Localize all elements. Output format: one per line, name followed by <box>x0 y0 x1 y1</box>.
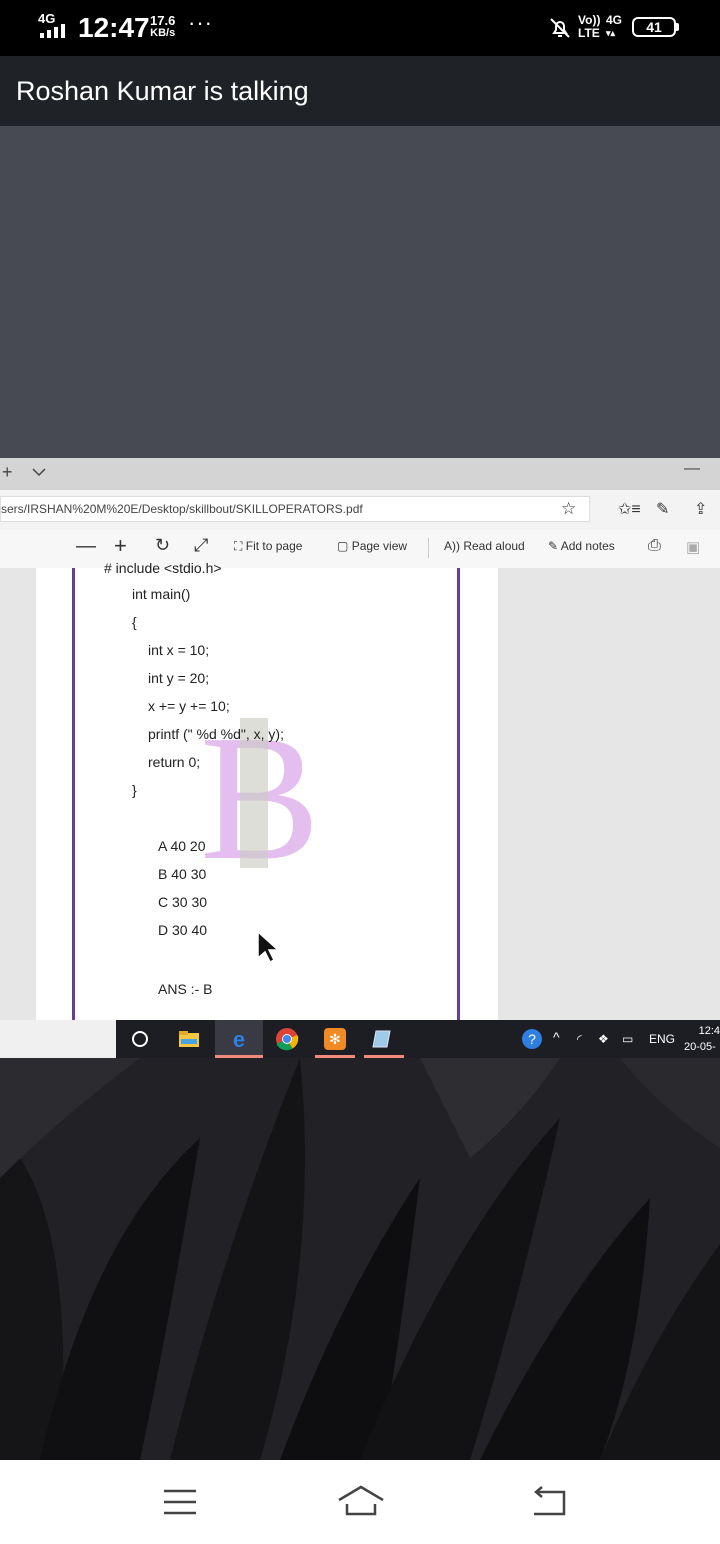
pen-icon[interactable]: ✎ <box>656 499 669 519</box>
pdf-viewer[interactable]: # include <stdio.h> B ANS :- B int main(… <box>0 560 720 1020</box>
status-time: 12:47 <box>78 12 150 43</box>
browser-tab-strip: + — <box>0 458 720 490</box>
chrome-icon[interactable] <box>275 1027 299 1051</box>
fit-to-page-label: Fit to page <box>245 539 303 553</box>
cortana-icon[interactable] <box>128 1027 152 1051</box>
android-nav-bar <box>0 1460 720 1544</box>
taskbar-search-box[interactable] <box>0 1020 116 1058</box>
home-icon[interactable] <box>336 1484 386 1518</box>
windows-taskbar: e ✻ ? ^ ◜ ❖ ▭ ENG 12:4 20-05- <box>0 1020 720 1058</box>
code-line: printf (" %d %d", x, y); <box>148 726 284 742</box>
page-view-button[interactable]: ▢ Page view <box>337 539 407 553</box>
print-icon[interactable]: ⎙ <box>648 537 661 555</box>
battery-tip <box>676 23 679 31</box>
answer-line: ANS :- B <box>158 981 213 997</box>
mute-bell-icon <box>550 18 570 38</box>
wallpaper <box>0 1058 720 1460</box>
chevron-down-icon[interactable] <box>32 467 46 477</box>
add-notes-icon: ✎ <box>548 539 559 553</box>
minimize-icon[interactable]: — <box>684 460 700 478</box>
code-line: int y = 20; <box>148 670 210 686</box>
rotate-icon[interactable]: ↻ <box>155 535 170 556</box>
share-icon[interactable]: ⇪ <box>694 499 707 519</box>
fit-to-page-icon: ⛶ <box>234 539 243 553</box>
page-view-label: Page view <box>351 539 408 553</box>
back-icon[interactable] <box>528 1486 568 1518</box>
read-aloud-button[interactable]: A)) Read aloud <box>444 539 525 553</box>
code-line: } <box>132 782 137 798</box>
speaker-status: Roshan Kumar is talking <box>16 76 309 106</box>
code-line: x += y += 10; <box>148 698 230 714</box>
menu-icon[interactable] <box>162 1488 198 1516</box>
fit-to-page-button[interactable]: ⛶ Fit to page <box>234 539 302 554</box>
shared-screen[interactable]: + — sers/IRSHAN%20M%20E/Desktop/skillbou… <box>0 458 720 1058</box>
taskbar-clock[interactable]: 12:4 20-05- <box>684 1023 720 1055</box>
address-bar-row: sers/IRSHAN%20M%20E/Desktop/skillbout/SK… <box>0 490 720 530</box>
toolbar-divider <box>428 538 429 558</box>
tray-expand-icon[interactable]: ^ <box>553 1029 560 1045</box>
answer-option: C 30 30 <box>158 894 208 910</box>
answer-option: D 30 40 <box>158 922 208 938</box>
svg-text:✻: ✻ <box>329 1032 341 1048</box>
signal-icon <box>40 24 65 38</box>
star-icon[interactable]: ☆ <box>561 499 576 519</box>
battery-tray-icon[interactable]: ▭ <box>622 1032 633 1046</box>
read-aloud-icon: A)) <box>444 539 460 553</box>
read-aloud-label: Read aloud <box>463 539 525 553</box>
clock-time: 12:4 <box>698 1025 720 1037</box>
language-indicator[interactable]: ENG <box>649 1032 675 1046</box>
edge-icon[interactable]: e <box>227 1027 251 1051</box>
data-arrows-icon: ▾▴ <box>606 28 616 38</box>
add-notes-label: Add notes <box>560 539 615 553</box>
fullscreen-icon[interactable]: ⤢ <box>194 535 208 556</box>
code-line: int main() <box>132 586 191 602</box>
answer-option: B 40 30 <box>158 866 207 882</box>
save-icon[interactable]: ▣ <box>686 538 700 556</box>
code-line: { <box>132 614 137 630</box>
code-line: return 0; <box>148 754 201 770</box>
zoom-out-icon[interactable]: — <box>76 535 96 558</box>
app-icon[interactable]: ✻ <box>323 1027 347 1051</box>
video-area[interactable] <box>0 126 720 458</box>
code-line-include: # include <stdio.h> <box>104 560 222 576</box>
svg-text:?: ? <box>528 1031 536 1047</box>
file-explorer-icon[interactable] <box>177 1027 201 1051</box>
speed-unit: KB/s <box>150 27 176 39</box>
code-line: int x = 10; <box>148 642 210 658</box>
wallpaper-leaves <box>0 1058 720 1460</box>
answer-option: A 40 20 <box>158 838 206 854</box>
add-notes-button[interactable]: ✎ Add notes <box>548 539 615 553</box>
favorites-icon[interactable]: ✩≡ <box>618 499 641 519</box>
net-type-indicator: 4G ▾▴ <box>606 13 623 39</box>
volte-indicator: Vo)) LTE <box>578 13 601 40</box>
notepad-icon[interactable] <box>371 1027 395 1051</box>
battery-icon: 41 <box>632 17 676 37</box>
page-border-left <box>72 568 75 1020</box>
status-bar: 4G 12:47 17.6 KB/s ··· Vo)) LTE 4G ▾▴ 41 <box>0 0 720 56</box>
dropbox-icon[interactable]: ❖ <box>598 1032 609 1046</box>
wifi-icon[interactable]: ◜ <box>577 1032 582 1046</box>
network-speed: 17.6 KB/s <box>150 14 175 40</box>
url-text: sers/IRSHAN%20M%20E/Desktop/skillbout/SK… <box>1 502 363 516</box>
page-view-icon: ▢ <box>337 539 349 553</box>
page-border-right <box>457 568 460 1020</box>
address-bar[interactable]: sers/IRSHAN%20M%20E/Desktop/skillbout/SK… <box>0 496 590 522</box>
status-overflow: ··· <box>188 10 213 35</box>
mouse-cursor-icon <box>257 930 278 964</box>
zoom-in-icon[interactable]: + <box>114 533 127 559</box>
call-header: Roshan Kumar is talking <box>0 56 720 126</box>
help-icon[interactable]: ? <box>521 1028 543 1050</box>
plus-icon[interactable]: + <box>2 462 13 483</box>
clock-date: 20-05- <box>684 1041 716 1053</box>
speed-value: 17.6 <box>150 13 176 28</box>
svg-text:e: e <box>233 1027 245 1051</box>
